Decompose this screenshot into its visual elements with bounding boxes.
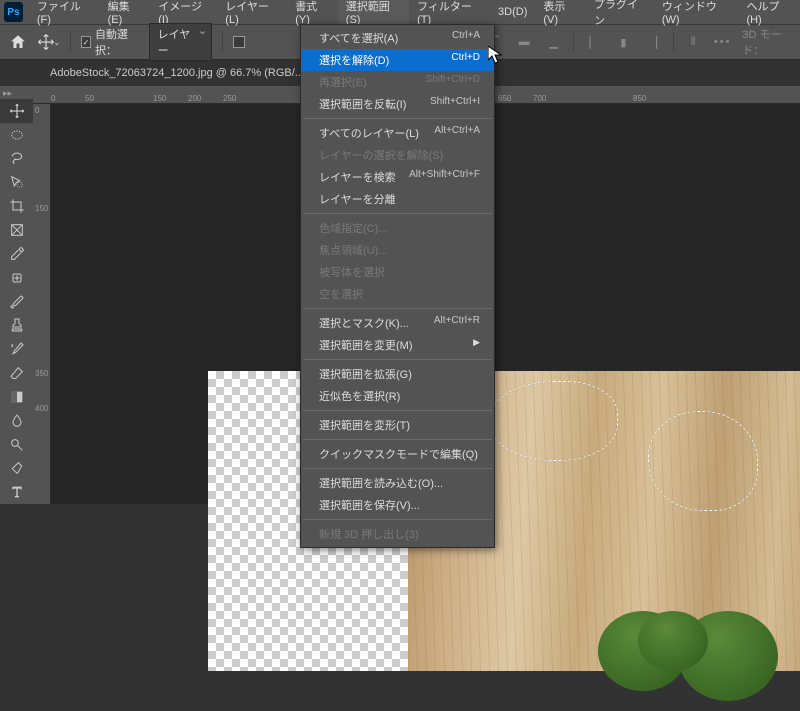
menu-item: 新規 3D 押し出し(3) [301,523,494,545]
menu-separator [303,439,492,440]
separator [573,32,574,52]
menubar: Ps ファイル(F) 編集(E) イメージ(I) レイヤー(L) 書式(Y) 選… [0,0,800,24]
app-logo: Ps [4,2,23,22]
menu-item: 空を選択 [301,283,494,305]
menu-item[interactable]: レイヤーを検索Alt+Shift+Ctrl+F [301,166,494,188]
menu-item[interactable]: 選択範囲を変形(T) [301,414,494,436]
menu-window[interactable]: ウィンドウ(W) [654,0,739,30]
marquee-selection [648,411,758,511]
menu-item: 焦点領域(U)... [301,239,494,261]
select-menu-dropdown: すべてを選択(A)Ctrl+A選択を解除(D)Ctrl+D再選択(E)Shift… [300,24,495,548]
auto-select-label: 自動選択： [95,26,139,58]
menu-item[interactable]: 選択範囲を読み込む(O)... [301,472,494,494]
home-icon[interactable] [8,30,27,54]
history-brush-tool[interactable] [0,337,33,361]
menu-separator [303,410,492,411]
align-hcenter-icon[interactable]: ▮ [614,30,633,54]
menu-item: 再選択(E)Shift+Ctrl+D [301,71,494,93]
canvas[interactable] [208,371,800,671]
menu-layer[interactable]: レイヤー(L) [217,0,287,30]
separator [222,32,223,52]
menu-separator [303,118,492,119]
menu-item[interactable]: 近似色を選択(R) [301,385,494,407]
menu-item[interactable]: すべてを選択(A)Ctrl+A [301,27,494,49]
document-tab[interactable]: AdobeStock_72063724_1200.jpg @ 66.7% (RG… [40,63,314,83]
frame-tool[interactable] [0,218,33,242]
toolbar-collapse-icon[interactable]: ▸▸ [0,88,14,99]
lasso-tool[interactable] [0,147,33,171]
auto-select-target-dropdown[interactable]: レイヤー [149,23,212,61]
align-bottom-icon[interactable]: ▁ [544,30,563,54]
menu-item[interactable]: 選択範囲を変更(M)▶ [301,334,494,356]
menu-item[interactable]: 選択を解除(D)Ctrl+D [301,49,494,71]
stamp-tool[interactable] [0,313,33,337]
auto-select-group: ✓ 自動選択： [81,26,139,58]
separator [673,32,674,52]
transform-controls-group [233,36,245,48]
menu-item[interactable]: レイヤーを分離 [301,188,494,210]
eraser-tool[interactable] [0,361,33,385]
auto-select-checkbox[interactable]: ✓ [81,36,91,48]
transform-checkbox[interactable] [233,36,245,48]
mode-3d-label: 3D モード： [742,26,792,58]
menu-separator [303,308,492,309]
gradient-tool[interactable] [0,385,33,409]
healing-tool[interactable] [0,266,33,290]
align-vcenter-icon[interactable]: ▬ [514,30,533,54]
menu-item: 色域指定(C)... [301,217,494,239]
marquee-selection [488,381,618,461]
quick-select-tool[interactable] [0,170,33,194]
menu-item[interactable]: 選択範囲を反転(I)Shift+Ctrl+I [301,93,494,115]
move-tool-icon[interactable]: ⌄ [37,30,60,54]
menu-plugin[interactable]: プラグイン [586,0,654,32]
menu-item[interactable]: すべてのレイヤー(L)Alt+Ctrl+A [301,122,494,144]
marquee-tool[interactable] [0,123,33,147]
dodge-tool[interactable] [0,433,33,457]
align-right-icon[interactable]: ▕ [643,30,662,54]
distribute-icon[interactable]: ⫴ [683,30,702,54]
menu-item[interactable]: 選択とマスク(K)...Alt+Ctrl+R [301,312,494,334]
menu-separator [303,213,492,214]
menu-view[interactable]: 表示(V) [535,0,586,30]
separator [70,32,71,52]
menu-separator [303,359,492,360]
crop-tool[interactable] [0,194,33,218]
eyedropper-tool[interactable] [0,242,33,266]
toolbar: ▸▸ [0,86,33,504]
menu-item[interactable]: 選択範囲を保存(V)... [301,494,494,516]
more-options-icon[interactable]: ••• [713,30,732,54]
blur-tool[interactable] [0,409,33,433]
menu-item[interactable]: 選択範囲を拡張(G) [301,363,494,385]
menu-separator [303,468,492,469]
ruler-vertical: 0 150 350 400 [33,104,51,504]
pen-tool[interactable] [0,456,33,480]
move-tool[interactable] [0,99,33,123]
menu-item: レイヤーの選択を解除(S) [301,144,494,166]
align-left-icon[interactable]: ▏ [584,30,603,54]
menu-item[interactable]: クイックマスクモードで編集(Q) [301,443,494,465]
menu-item: 被写体を選択 [301,261,494,283]
image-broccoli [588,591,800,711]
menu-3d[interactable]: 3D(D) [490,2,535,22]
type-tool[interactable] [0,480,33,504]
menu-separator [303,519,492,520]
brush-tool[interactable] [0,290,33,314]
